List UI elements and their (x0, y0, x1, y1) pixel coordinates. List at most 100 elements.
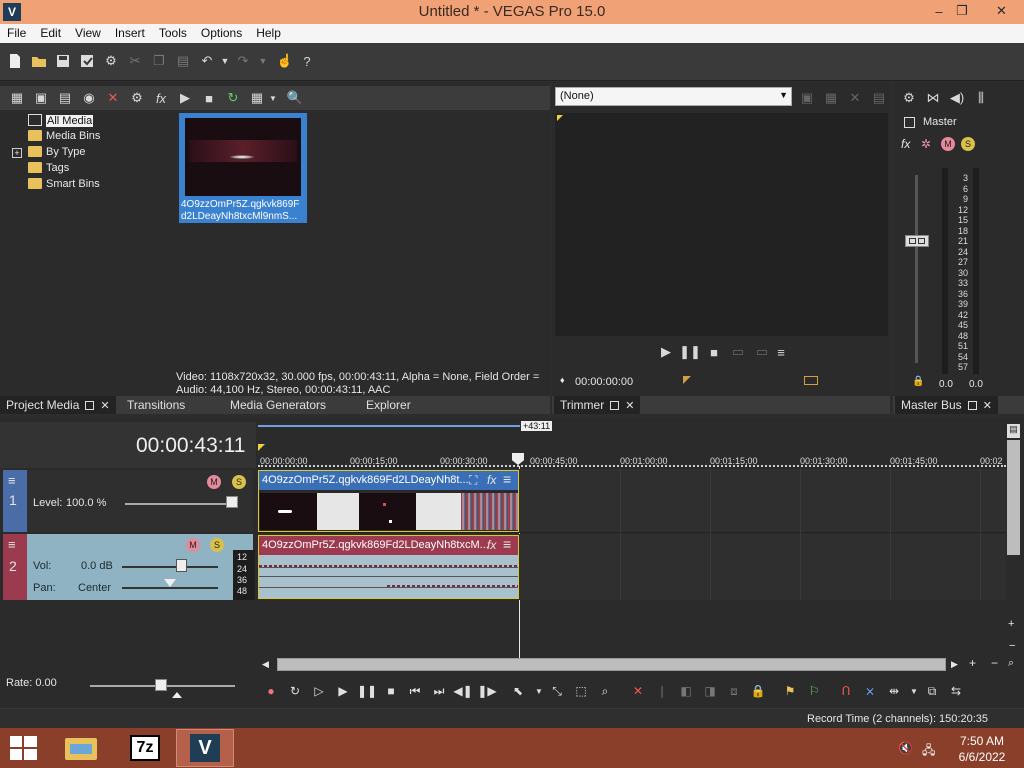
file-explorer-icon[interactable] (62, 732, 100, 764)
video-mute-icon[interactable]: M (207, 475, 221, 489)
edit-tool-dropdown-icon[interactable]: ▼ (531, 683, 547, 699)
paste-icon[interactable]: ▤ (174, 52, 192, 70)
loop-start-icon[interactable] (258, 444, 265, 451)
auto-ripple-icon[interactable]: ⇹ (886, 683, 902, 699)
whats-this-help-icon[interactable]: ☝ (276, 52, 294, 70)
menu-tools[interactable]: Tools (152, 24, 194, 43)
capture-video-icon[interactable]: ▣ (32, 89, 50, 107)
lock-icon[interactable]: 🔒 (750, 683, 766, 699)
undock-icon[interactable] (85, 401, 95, 410)
tree-item-all-media[interactable]: All Media (28, 114, 94, 127)
save-icon[interactable] (54, 52, 72, 70)
copy-icon[interactable]: ❐ (150, 52, 168, 70)
undo-dropdown-icon[interactable]: ▼ (216, 52, 234, 70)
video-track-number-strip[interactable]: ≡ 1 (3, 470, 27, 532)
event-fx-icon[interactable]: fx (487, 473, 496, 487)
insert-region-icon[interactable]: ⚐ (806, 683, 822, 699)
get-media-from-web-icon[interactable]: ▤ (56, 89, 74, 107)
search-media-icon[interactable]: 🔍 (286, 89, 304, 107)
help-icon[interactable]: ? (298, 52, 316, 70)
close-tab-icon[interactable]: ✕ (983, 400, 992, 412)
audio-event[interactable]: 4O9zzOmPr5Z.qgkvk869Fd2LDeayNh8txcM... f… (258, 535, 519, 599)
audio-solo-icon[interactable]: S (210, 538, 224, 552)
media-properties-gear-icon[interactable]: ⚙ (128, 89, 146, 107)
master-lock-icon[interactable]: 🔒 (912, 376, 924, 387)
trimmer-in-point-icon[interactable] (683, 376, 691, 384)
tree-item-smart-bins[interactable]: Smart Bins (28, 178, 100, 190)
import-media-icon[interactable]: ▦ (8, 89, 26, 107)
redo-dropdown-icon[interactable]: ▼ (254, 52, 272, 70)
trimmer-option-1-icon[interactable]: ▣ (798, 89, 816, 107)
media-fx-icon[interactable]: fx (152, 89, 170, 107)
ignore-grouping-icon[interactable]: ⇆ (948, 683, 964, 699)
trimmer-remove-icon[interactable]: ✕ (846, 89, 864, 107)
media-item[interactable]: 4O9zzOmPr5Z.qgkvk869F d2LDeayNh8txcMl9nm… (179, 113, 307, 223)
auto-preview-icon[interactable]: ↻ (224, 89, 242, 107)
stop-preview-icon[interactable]: ■ (200, 89, 218, 107)
zoom-out-vertical-icon[interactable]: − (1009, 640, 1015, 652)
trimmer-option-2-icon[interactable]: ▦ (822, 89, 840, 107)
menu-insert[interactable]: Insert (108, 24, 152, 43)
master-fader-handle[interactable] (905, 235, 929, 247)
tab-project-media[interactable]: Project Media ✕ (0, 396, 116, 414)
tree-item-by-type[interactable]: By Type (28, 146, 86, 158)
tree-item-tags[interactable]: Tags (28, 162, 69, 174)
trimmer-menu-icon[interactable]: ≡ (772, 343, 790, 361)
event-menu-icon[interactable]: ≡ (503, 471, 511, 487)
rate-slider-handle[interactable] (155, 679, 167, 691)
timeline-menu-icon[interactable]: ▤ (1007, 424, 1020, 438)
close-button[interactable]: ✕ (979, 0, 1024, 22)
envelope-tool-icon[interactable]: ⤡ (549, 683, 565, 699)
trimmer-selection-icon[interactable] (804, 376, 818, 385)
volume-slider-handle[interactable] (176, 559, 187, 572)
trim-end-icon[interactable]: ◨ (702, 683, 718, 699)
open-folder-icon[interactable] (30, 52, 48, 70)
undock-icon[interactable] (610, 401, 620, 410)
trimmer-media-dropdown[interactable]: (None) ▼ (555, 87, 792, 106)
zoom-in-vertical-icon[interactable]: + (1008, 618, 1014, 630)
video-event[interactable]: 4O9zzOmPr5Z.qgkvk869Fd2LDeayNh8t... ⛶ fx… (258, 470, 519, 532)
trim-start-icon[interactable]: ◧ (678, 683, 694, 699)
record-icon[interactable]: ● (263, 683, 279, 699)
trimmer-fill-icon[interactable]: ▭ (753, 343, 771, 361)
stop-icon[interactable]: ■ (383, 683, 399, 699)
loop-region-bar[interactable] (258, 425, 520, 427)
event-pan-crop-icon[interactable]: ⛶ (469, 473, 477, 488)
close-tab-icon[interactable]: ✕ (625, 400, 634, 412)
menu-edit[interactable]: Edit (33, 24, 68, 43)
trimmer-pause-icon[interactable]: ❚❚ (679, 343, 701, 361)
snapping-icon[interactable]: Ո (838, 683, 854, 699)
network-icon[interactable]: 🖧 (922, 741, 935, 762)
cut-icon[interactable]: ✂ (126, 52, 144, 70)
undock-icon[interactable] (967, 401, 977, 410)
zoom-in-horizontal-icon[interactable]: + (969, 656, 976, 670)
trimmer-add-to-timeline-icon[interactable]: ▭ (729, 343, 747, 361)
taskbar-7zip[interactable]: 7z (120, 730, 170, 766)
properties-gear-icon[interactable]: ⚙ (102, 52, 120, 70)
level-slider-handle[interactable] (226, 496, 238, 508)
track-menu-icon[interactable]: ≡ (8, 537, 16, 552)
zoom-edit-tool-icon[interactable]: ⌕ (597, 683, 613, 699)
selection-tool-icon[interactable]: ⬚ (573, 683, 589, 699)
views-dropdown-icon[interactable]: ▼ (264, 89, 282, 107)
audio-track-number-strip[interactable]: ≡ 2 (3, 534, 27, 600)
video-solo-icon[interactable]: S (232, 475, 246, 489)
go-to-end-icon[interactable]: ⏭ (431, 683, 447, 699)
horizontal-scrollbar[interactable] (277, 658, 946, 671)
level-slider[interactable] (125, 503, 235, 505)
windows-start-icon[interactable] (10, 736, 38, 760)
go-to-start-icon[interactable]: ⏮ (407, 683, 423, 699)
track-menu-icon[interactable]: ≡ (8, 473, 16, 488)
expand-by-type-icon[interactable]: + (12, 148, 22, 158)
tree-item-media-bins[interactable]: Media Bins (28, 130, 100, 142)
tab-media-generators[interactable]: Media Generators (224, 396, 332, 414)
auto-crossfades-icon[interactable]: ⨯ (862, 683, 878, 699)
remove-media-icon[interactable]: ✕ (104, 89, 122, 107)
master-automation-icon[interactable]: ✲ (921, 137, 931, 151)
master-mute-icon[interactable]: M (941, 137, 955, 151)
next-frame-icon[interactable]: ❚▶ (477, 683, 496, 699)
vertical-scrollbar[interactable] (1007, 440, 1020, 555)
volume-slider[interactable] (122, 566, 218, 568)
zoom-tool-icon[interactable]: ⌕ (1008, 657, 1014, 670)
trim-icon[interactable]: ❘ (654, 683, 670, 699)
